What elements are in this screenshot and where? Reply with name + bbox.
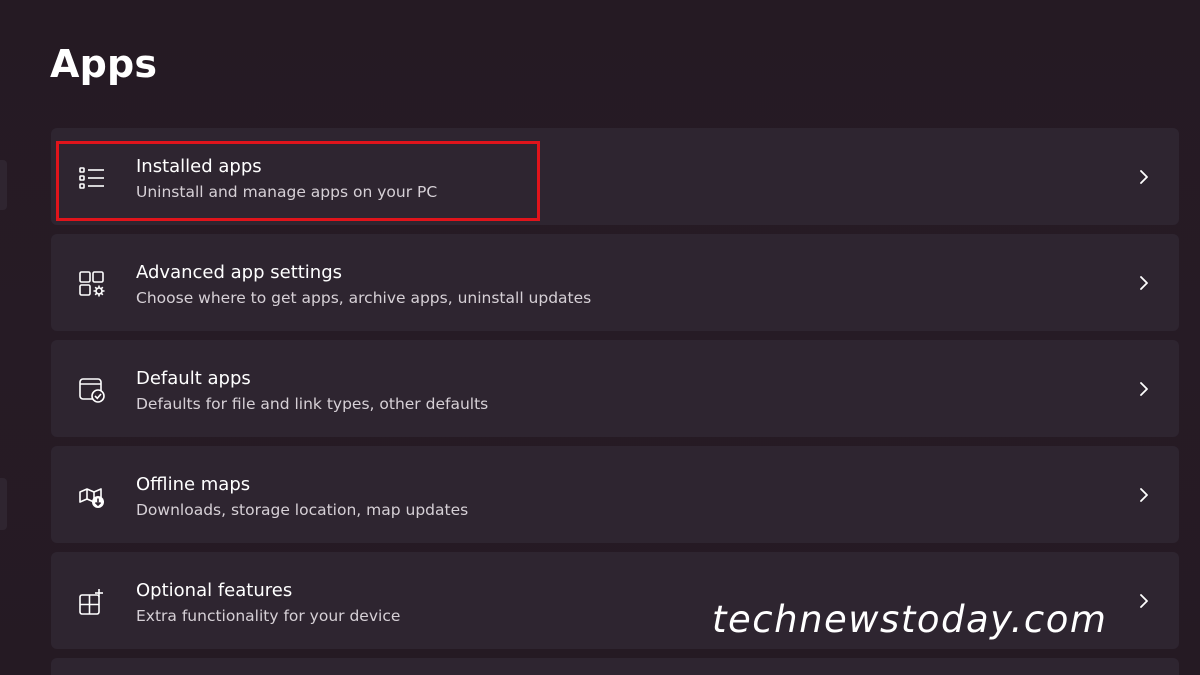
watermark: technewstoday.com xyxy=(712,598,1108,641)
item-title: Optional features xyxy=(136,580,293,601)
item-subtitle: Choose where to get apps, archive apps, … xyxy=(136,289,592,307)
settings-list: Installed apps Uninstall and manage apps… xyxy=(51,128,1179,675)
settings-page: Apps Installed apps Uninstall and manage… xyxy=(0,0,1200,675)
list-item-partial[interactable] xyxy=(51,658,1179,675)
sidebar-edge xyxy=(0,478,7,530)
item-title: Advanced app settings xyxy=(136,262,343,283)
list-icon xyxy=(77,163,107,193)
page-title: Apps xyxy=(50,42,158,86)
installed-apps-item[interactable]: Installed apps Uninstall and manage apps… xyxy=(51,128,1179,225)
item-subtitle: Downloads, storage location, map updates xyxy=(136,501,469,519)
chevron-right-icon xyxy=(1137,166,1151,188)
item-title: Offline maps xyxy=(136,474,251,495)
add-feature-icon xyxy=(77,587,107,617)
default-apps-item[interactable]: Default apps Defaults for file and link … xyxy=(51,340,1179,437)
item-subtitle: Uninstall and manage apps on your PC xyxy=(136,183,438,201)
chevron-right-icon xyxy=(1137,272,1151,294)
sidebar-edge xyxy=(0,160,7,210)
item-title: Default apps xyxy=(136,368,251,389)
item-title: Installed apps xyxy=(136,156,262,177)
advanced-app-settings-item[interactable]: Advanced app settings Choose where to ge… xyxy=(51,234,1179,331)
chevron-right-icon xyxy=(1137,484,1151,506)
default-apps-icon xyxy=(77,375,107,405)
item-subtitle: Defaults for file and link types, other … xyxy=(136,395,489,413)
chevron-right-icon xyxy=(1137,590,1151,612)
app-settings-icon xyxy=(77,269,107,299)
map-download-icon xyxy=(77,481,107,511)
offline-maps-item[interactable]: Offline maps Downloads, storage location… xyxy=(51,446,1179,543)
item-subtitle: Extra functionality for your device xyxy=(136,607,401,625)
chevron-right-icon xyxy=(1137,378,1151,400)
